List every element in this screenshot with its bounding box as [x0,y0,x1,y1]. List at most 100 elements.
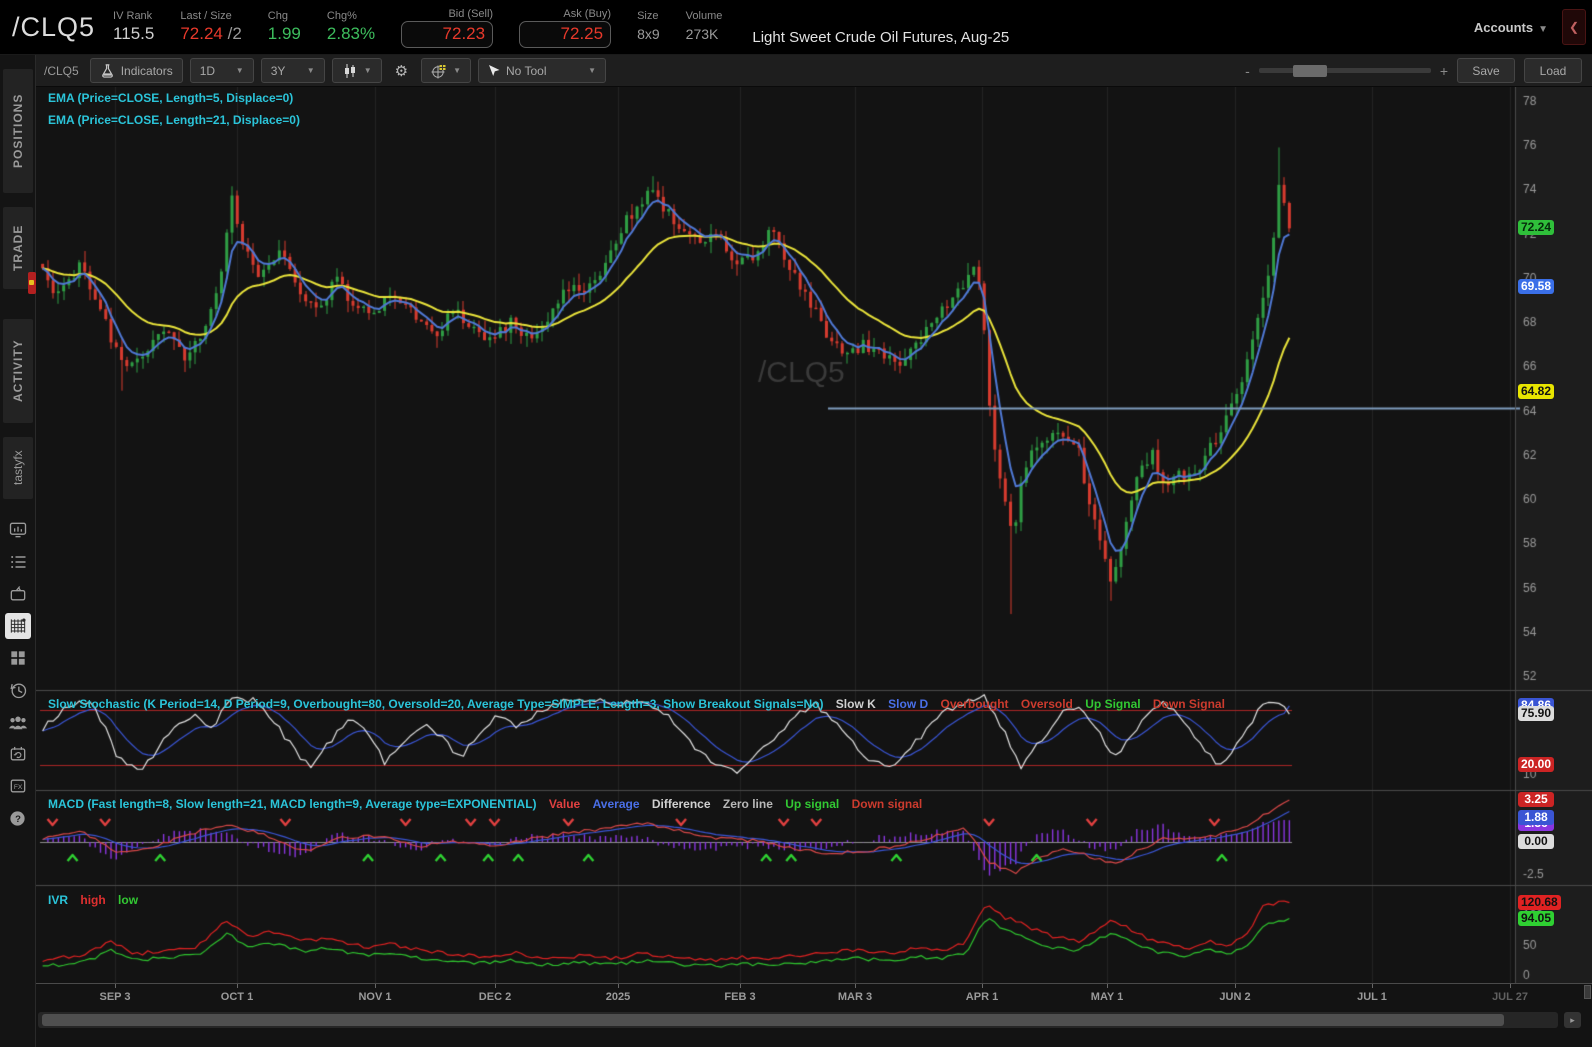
accounts-menu[interactable]: Accounts ▼ [1474,20,1548,35]
tv-icon[interactable] [5,581,31,607]
bid-button[interactable]: 72.23 [401,20,494,48]
chg-pct-value: 2.83% [326,24,376,43]
legend-up-signal: Up signal [785,797,840,811]
iv-rank-label: IV Rank [113,10,153,22]
x-axis-label: FEB 3 [724,991,756,1003]
scrollbar-right-button[interactable]: ▸ [1564,1012,1581,1028]
iv-rank-field: IV Rank 115.5 [113,9,154,45]
chart-style-dropdown[interactable]: ▼ [331,58,382,83]
chg-pct-label: Chg% [326,10,357,22]
legend-zero-line: Zero line [722,797,773,811]
legend-overbought: Overbought [940,697,1009,711]
legend-difference: Difference [651,797,711,811]
size-label: Size [637,10,659,22]
notification-badge[interactable] [28,272,36,294]
fx-window-icon[interactable]: FX [5,773,31,799]
save-button[interactable]: Save [1457,58,1515,83]
chart-canvas[interactable] [36,87,1592,983]
ask-field: Ask (Buy) 72.25 [519,7,612,48]
legend-slow-k: Slow K [835,697,876,711]
legend-value: Value [548,797,581,811]
legend-slow-d: Slow D [888,697,929,711]
charts-icon[interactable] [4,613,31,639]
sidebar-tab-positions[interactable]: POSITIONS [2,69,33,193]
macd-study-title[interactable]: MACD (Fast length=8, Slow length=21, MAC… [48,797,537,811]
chart-toolbar: /CLQ5 Indicators 1D ▼ 3Y ▼ ▼ ⚙ ▼ No Tool ▼… [36,55,1592,87]
grid-dashboard-icon[interactable] [5,645,31,671]
size-field: Size 8x9 [637,9,660,45]
range-dropdown[interactable]: 3Y ▼ [260,58,325,83]
zoom-slider-thumb[interactable] [1292,64,1327,77]
ema5-study-label[interactable]: EMA (Price=CLOSE, Length=5, Displace=0) [48,91,293,105]
legend-ivr-high: high [80,893,106,907]
zoom-slider[interactable] [1258,64,1431,77]
x-axis-label: MAR 3 [837,991,873,1003]
stochastic-study-title[interactable]: Slow Stochastic (K Period=14, D Period=9… [48,697,823,711]
instrument-description: Light Sweet Crude Oil Futures, Aug-25 [752,29,1010,46]
bid-field: Bid (Sell) 72.23 [401,7,494,48]
history-icon[interactable] [5,677,31,703]
chart-settings-button[interactable]: ⚙ [389,58,414,83]
size-value: 8x9 [637,26,660,42]
last-size-label: Last / Size [180,10,232,22]
trading-platform-window: /CLQ5 IV Rank 115.5 Last / Size 72.24 /2… [0,0,1592,1047]
x-axis-label: JUN 2 [1219,991,1251,1003]
chevron-down-icon: ▼ [1538,23,1548,35]
zoom-out-button[interactable]: - [1245,63,1250,79]
legend-down-signal: Down Signal [1152,697,1225,711]
ask-button[interactable]: 72.25 [519,20,612,48]
flask-icon [101,64,113,78]
zoom-in-button[interactable]: + [1440,63,1448,79]
volume-value: 273K [685,26,719,42]
macd-pane-label: MACD (Fast length=8, Slow length=21, MAC… [48,797,922,811]
chevron-down-icon: ▼ [235,66,244,75]
x-axis-label: APR 1 [965,991,999,1003]
toolbar-symbol: /CLQ5 [44,63,79,78]
ema21-study-label[interactable]: EMA (Price=CLOSE, Length=21, Displace=0) [48,113,300,127]
chg-label: Chg [267,10,288,22]
chg-pct-field: Chg% 2.83% [327,9,375,45]
chevron-down-icon: ▼ [363,66,372,75]
candlestick-icon [344,63,355,78]
sidebar-tab-activity[interactable]: ACTIVITY [2,319,33,423]
last-size-value: 72.24 /2 [180,24,242,43]
chevron-down-icon: ▼ [453,66,462,75]
active-tool-dropdown[interactable]: No Tool ▼ [478,58,607,83]
x-axis-label: NOV 1 [358,991,392,1003]
sidebar-tab-tastyfx[interactable]: tastyfx [2,437,33,499]
horizontal-scrollbar[interactable] [38,1012,1558,1028]
legend-oversold: Oversold [1020,697,1073,711]
chevron-down-icon: ▼ [306,66,315,75]
svg-text:FX: FX [13,784,22,791]
help-icon[interactable]: ? [5,805,31,831]
volume-field: Volume 273K [686,9,723,45]
timeframe-dropdown[interactable]: 1D ▼ [189,58,254,83]
time-axis: SEP 3 OCT 1 NOV 1 DEC 2 2025 FEB 3 MAR 3 APR 1 M… [36,983,1592,1010]
svg-text:?: ? [15,814,21,825]
legend-average: Average [592,797,640,811]
indicators-button[interactable]: Indicators [89,58,183,83]
left-sidebar: POSITIONS TRADE ACTIVITY tastyfx FX ? [0,55,36,1047]
drawing-set-dropdown[interactable]: ▼ [421,58,472,83]
chevron-down-icon: ▼ [588,66,597,75]
collapse-panel-button[interactable]: ❮ [1562,9,1586,45]
quote-header: /CLQ5 IV Rank 115.5 Last / Size 72.24 /2… [0,0,1592,55]
stochastic-pane-label: Slow Stochastic (K Period=14, D Period=9… [48,697,1225,711]
chg-field: Chg 1.99 [268,9,301,45]
chart-region: EMA (Price=CLOSE, Length=5, Displace=0) … [36,87,1592,1047]
x-axis-label: DEC 2 [478,991,512,1003]
legend-ivr-low: low [118,893,139,907]
load-button[interactable]: Load [1524,58,1582,83]
community-icon[interactable] [5,709,31,735]
watchlist-icon[interactable] [5,549,31,575]
calendar-icon[interactable] [5,741,31,767]
legend-down-signal: Down signal [851,797,923,811]
cursor-icon [489,64,500,76]
x-axis-label: MAY 1 [1090,991,1124,1003]
scrollbar-thumb[interactable] [42,1014,1504,1026]
iv-rank-value: 115.5 [113,24,155,43]
x-axis-label: OCT 1 [220,991,254,1003]
ivr-study-title[interactable]: IVR [48,893,68,907]
quotes-icon[interactable] [5,517,31,543]
axis-corner [1584,985,1591,999]
